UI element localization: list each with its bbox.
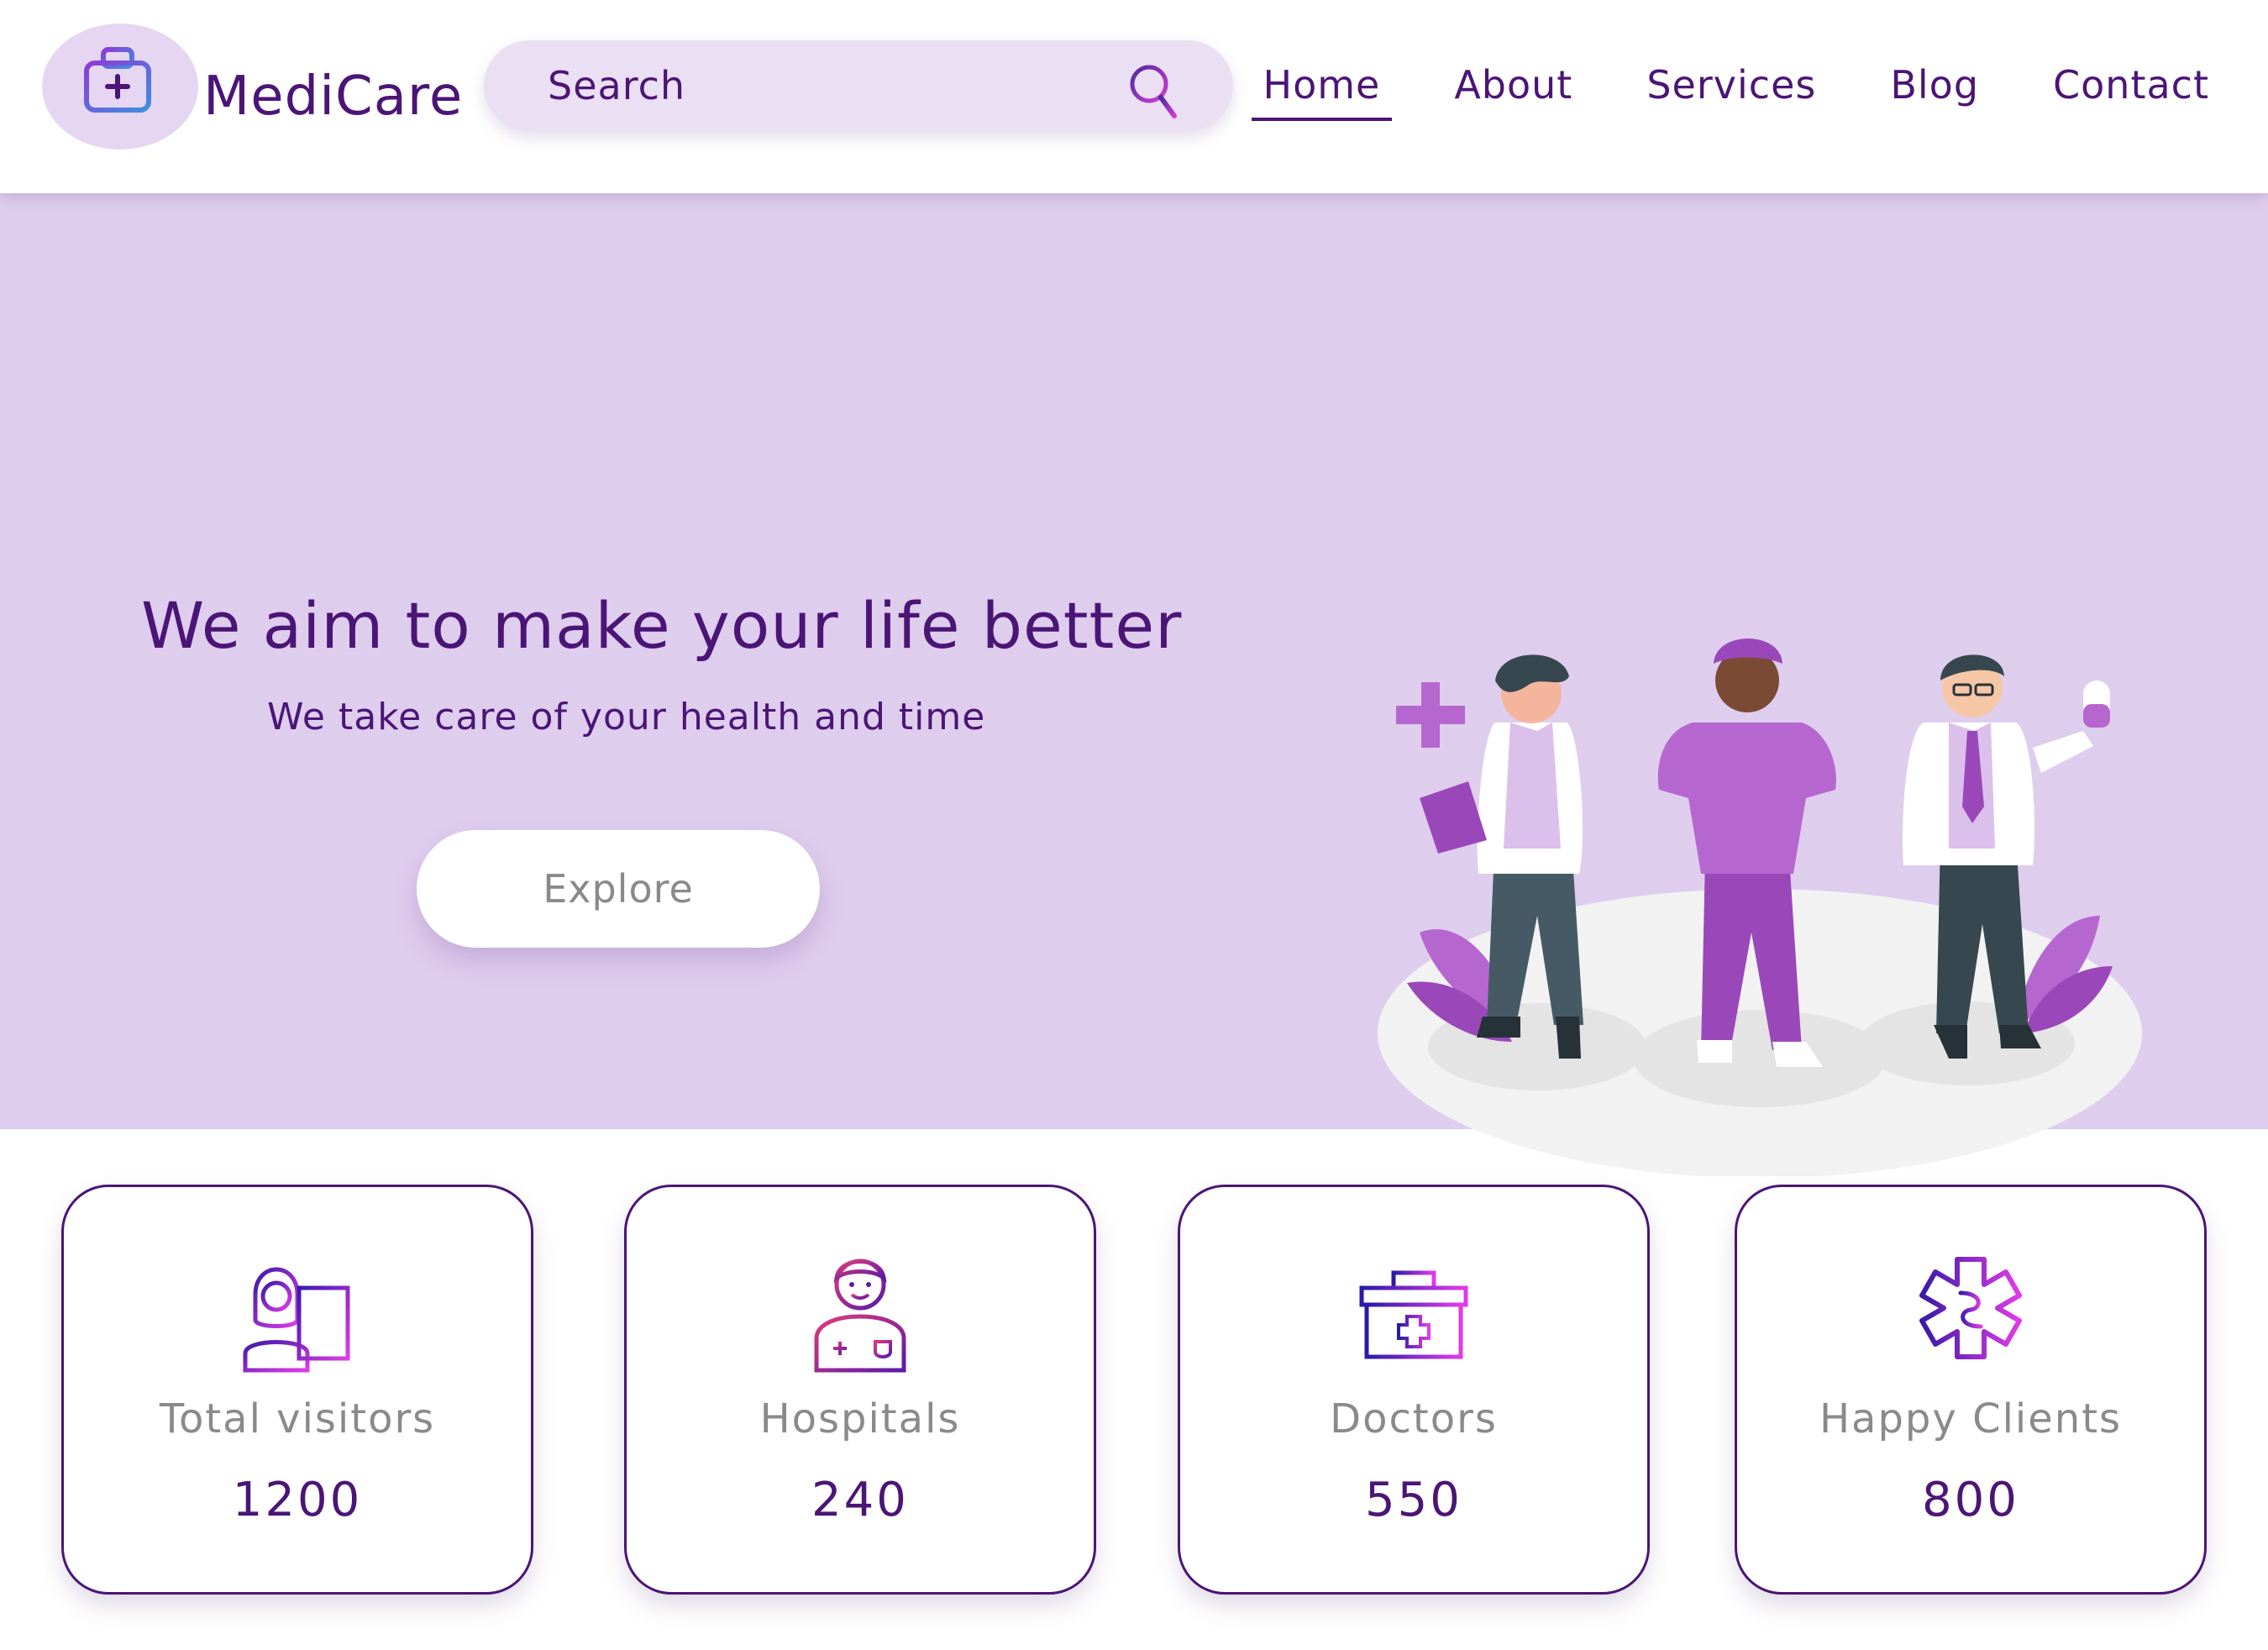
- medical-briefcase-icon: [1359, 1270, 1468, 1359]
- search-bar: [484, 40, 1233, 131]
- stat-value: 800: [1922, 1473, 2019, 1527]
- stat-label: Total visitors: [159, 1395, 436, 1442]
- stat-card-doctors: Doctors 550: [1178, 1185, 1650, 1595]
- nav-blog[interactable]: Blog: [1878, 62, 1991, 108]
- medical-staff-illustration: [1378, 638, 2142, 1176]
- search-icon[interactable]: [1127, 62, 1178, 121]
- logo-badge[interactable]: [42, 24, 198, 150]
- stat-label: Happy Clients: [1819, 1395, 2123, 1442]
- doctor-avatar-icon: [814, 1259, 906, 1373]
- nav-contact[interactable]: Contact: [2041, 62, 2221, 108]
- stat-value: 240: [811, 1473, 909, 1527]
- hero-title: We aim to make your life better: [141, 588, 1183, 663]
- site-header: MediCare Home About Services Blog Contac…: [0, 0, 2268, 193]
- stat-value: 550: [1365, 1473, 1462, 1527]
- hero-subtitle: We take care of your health and time: [267, 696, 986, 738]
- main-nav: Home About Services Blog Contact: [1201, 62, 2222, 121]
- medical-kit-icon: [84, 47, 151, 113]
- stat-card-visitors: Total visitors 1200: [61, 1185, 533, 1595]
- explore-button[interactable]: Explore: [417, 830, 820, 948]
- hero-section: We aim to make your life better We take …: [0, 193, 2268, 1176]
- visitor-laptop-icon: [243, 1267, 359, 1373]
- nav-services[interactable]: Services: [1635, 62, 1828, 108]
- nav-home[interactable]: Home: [1251, 62, 1393, 121]
- stat-value: 1200: [232, 1473, 363, 1527]
- stat-card-hospitals: Hospitals 240: [624, 1185, 1096, 1595]
- stat-label: Doctors: [1330, 1395, 1498, 1442]
- search-input[interactable]: [546, 40, 1100, 131]
- stat-label: Hospitals: [759, 1395, 961, 1442]
- stat-card-happy-clients: Happy Clients 800: [1735, 1185, 2207, 1595]
- nav-about[interactable]: About: [1442, 62, 1584, 108]
- star-of-life-icon: [1919, 1257, 2022, 1359]
- brand-name[interactable]: MediCare: [203, 66, 463, 128]
